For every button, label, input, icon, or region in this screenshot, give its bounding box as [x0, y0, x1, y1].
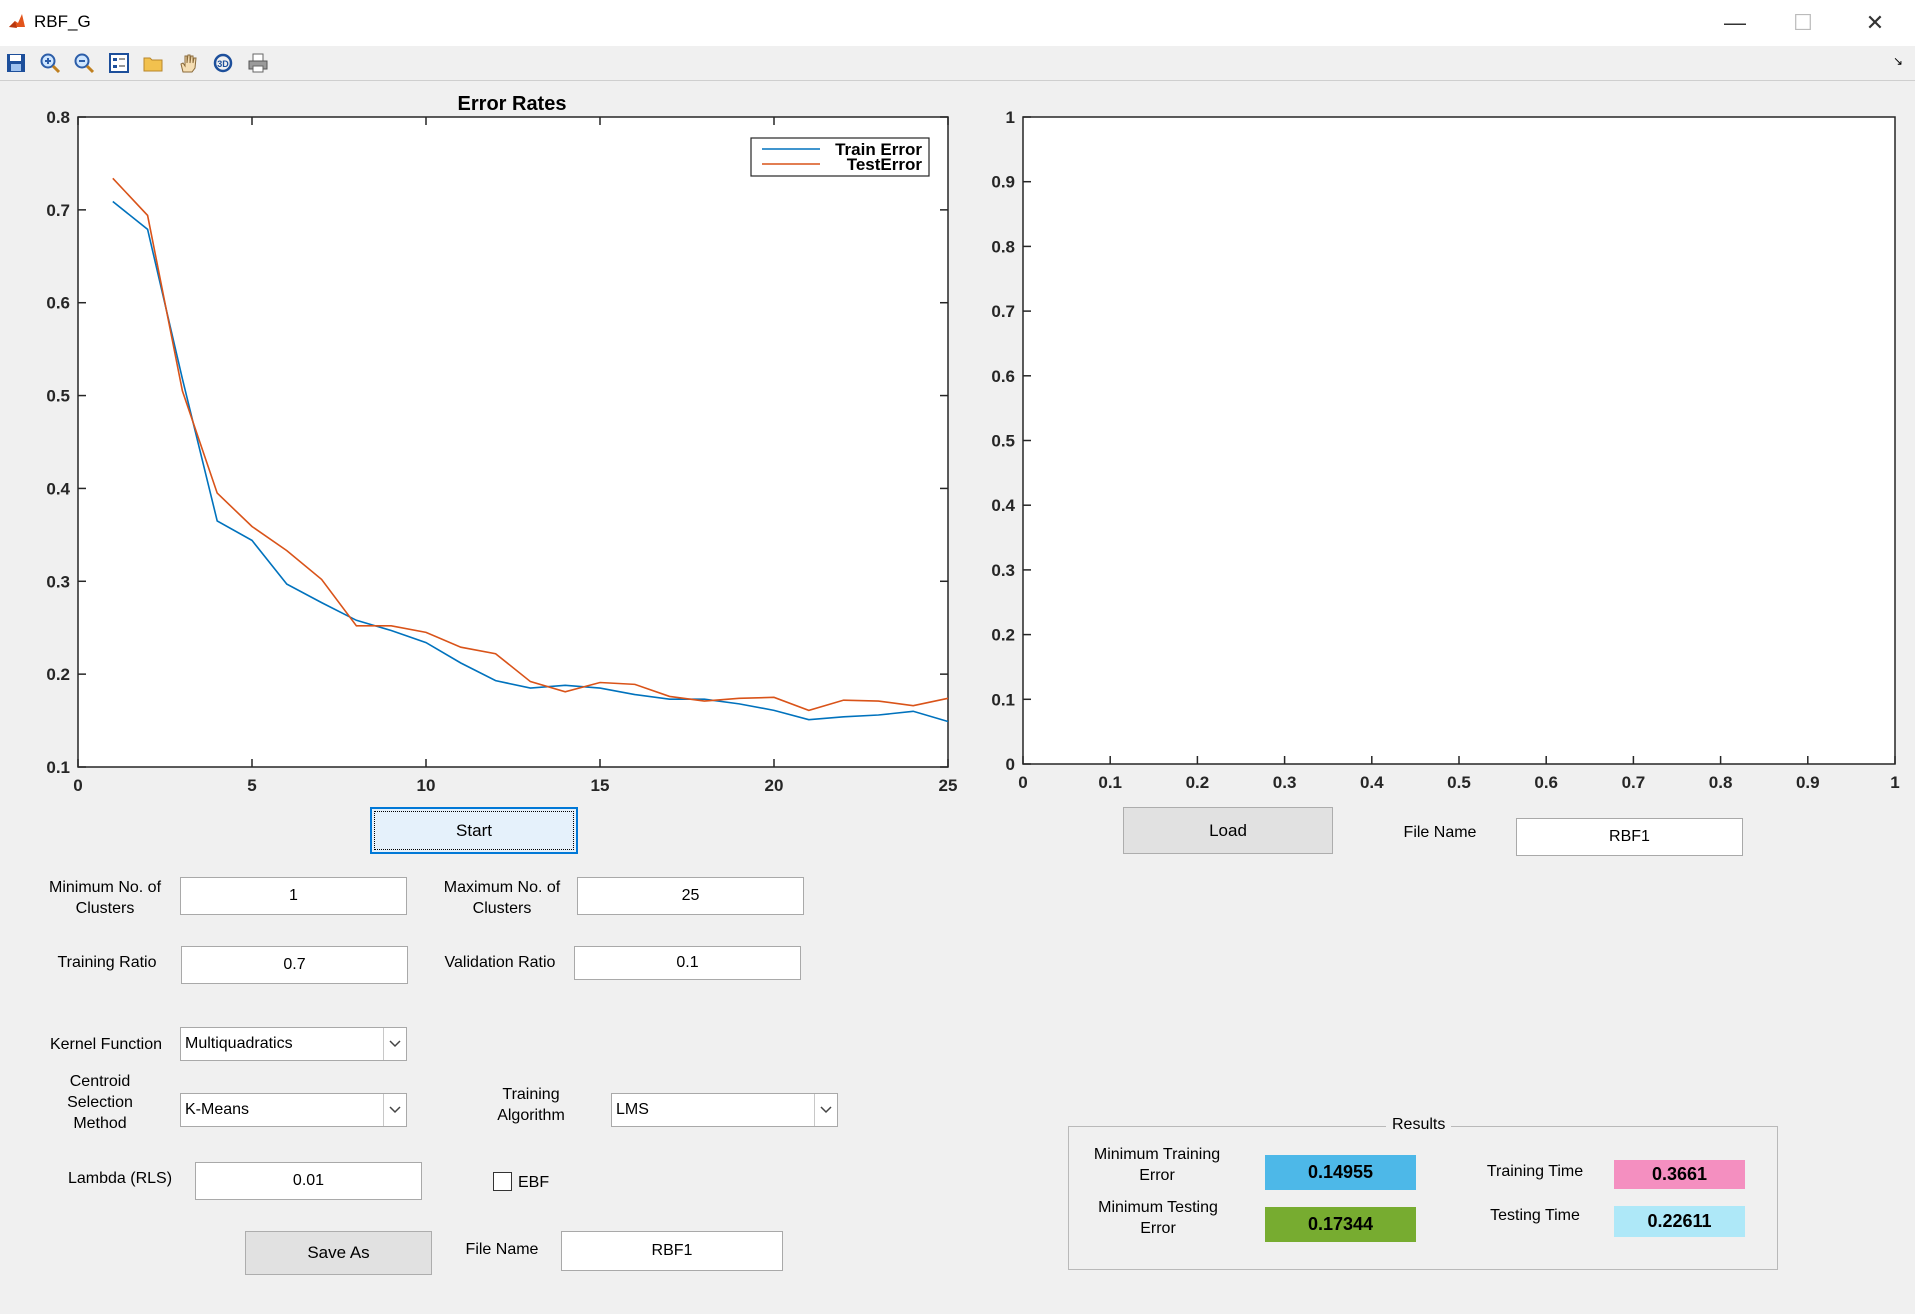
max-clusters-label: Maximum No. of Clusters	[443, 879, 561, 917]
chevron-down-icon[interactable]	[814, 1094, 837, 1126]
x-tick-label: 25	[939, 776, 958, 795]
x-tick-label: 0.1	[1098, 773, 1122, 792]
testing-time-value: 0.22611	[1614, 1206, 1745, 1237]
x-tick-label: 5	[247, 776, 256, 795]
y-tick-label: 0.9	[991, 173, 1015, 192]
kernel-function-label: Kernel Function	[49, 1036, 163, 1053]
y-tick-label: 0	[1006, 755, 1015, 774]
x-tick-label: 0	[73, 776, 82, 795]
training-ratio-input[interactable]: 0.7	[181, 946, 408, 984]
y-tick-label: 0.5	[46, 387, 70, 406]
close-button[interactable]: ✕	[1850, 6, 1900, 40]
start-button[interactable]: Start	[370, 807, 578, 854]
x-tick-label: 10	[417, 776, 436, 795]
toolbar-dock-icon[interactable]: ↘	[1893, 54, 1903, 68]
ebf-label: EBF	[518, 1174, 550, 1191]
figure-toolbar: 3D ↘	[0, 46, 1915, 81]
training-algorithm-value: LMS	[616, 1101, 649, 1118]
pan-hand-icon[interactable]	[174, 49, 202, 77]
y-tick-label: 0.5	[991, 432, 1015, 451]
svg-text:3D: 3D	[217, 59, 229, 69]
validation-ratio-input[interactable]: 0.1	[574, 946, 801, 980]
save-icon[interactable]	[2, 49, 30, 77]
y-tick-label: 0.2	[991, 626, 1015, 645]
centroid-selection-value: K-Means	[185, 1101, 250, 1118]
matlab-icon	[9, 14, 25, 28]
y-tick-label: 0.8	[46, 108, 70, 127]
zoom-in-icon[interactable]	[36, 49, 64, 77]
y-tick-label: 0.3	[46, 572, 70, 591]
zoom-out-icon[interactable]	[70, 49, 98, 77]
training-ratio-label: Training Ratio	[57, 954, 157, 971]
centroid-selection-dropdown[interactable]: K-Means	[180, 1093, 407, 1127]
ebf-checkbox[interactable]	[493, 1172, 512, 1191]
min-clusters-label: Minimum No. of Clusters	[48, 879, 162, 917]
y-tick-label: 0.4	[991, 496, 1015, 515]
training-algorithm-label: Training Algorithm	[497, 1086, 565, 1124]
chevron-down-icon[interactable]	[383, 1028, 406, 1060]
min-training-error-label: Minimum Training Error	[1093, 1146, 1221, 1184]
min-testing-error-label: Minimum Testing Error	[1098, 1199, 1218, 1237]
min-testing-error-value: 0.17344	[1265, 1207, 1416, 1242]
print-icon[interactable]	[244, 49, 272, 77]
x-tick-label: 20	[765, 776, 784, 795]
x-tick-label: 0.8	[1709, 773, 1733, 792]
x-tick-label: 0.5	[1447, 773, 1471, 792]
rotate-3d-icon[interactable]: 3D	[209, 49, 237, 77]
training-time-value: 0.3661	[1614, 1160, 1745, 1189]
save-as-button[interactable]: Save As	[245, 1231, 432, 1275]
empty-axes-chart: 0 0.1 0.2 0.3 0.4 0.5 0.6 0.7 0.8 0.9 1 0 0.1 0.2 0.3 0…	[991, 108, 1899, 792]
plot-area	[1022, 116, 1896, 765]
open-folder-icon[interactable]	[139, 49, 167, 77]
load-button[interactable]: Load	[1123, 807, 1333, 854]
y-tick-label: 0.6	[991, 367, 1015, 386]
centroid-selection-label: Centroid Selection Method	[67, 1073, 133, 1132]
lambda-rls-input[interactable]: 0.01	[195, 1162, 422, 1200]
training-algorithm-dropdown[interactable]: LMS	[611, 1093, 838, 1127]
save-file-name-label: File Name	[465, 1241, 539, 1258]
title-bar: RBF_G — ☐ ✕	[0, 0, 1915, 47]
y-tick-label: 0.1	[46, 758, 70, 777]
chart-title: Error Rates	[458, 93, 567, 115]
testing-time-label: Testing Time	[1490, 1207, 1580, 1224]
y-tick-label: 0.7	[991, 302, 1015, 321]
results-title: Results	[1386, 1116, 1452, 1134]
y-tick-label: 0.6	[46, 294, 70, 313]
y-tick-label: 1	[1006, 108, 1015, 127]
kernel-function-value: Multiquadratics	[185, 1035, 293, 1052]
min-clusters-input[interactable]: 1	[180, 877, 407, 915]
y-tick-label: 0.1	[991, 690, 1015, 709]
max-clusters-input[interactable]: 25	[577, 877, 804, 915]
lambda-rls-label: Lambda (RLS)	[67, 1170, 173, 1187]
min-training-error-value: 0.14955	[1265, 1155, 1416, 1190]
x-tick-label: 0.9	[1796, 773, 1820, 792]
load-file-name-label: File Name	[1403, 824, 1477, 841]
window-title: RBF_G	[34, 12, 91, 31]
validation-ratio-label: Validation Ratio	[444, 954, 556, 971]
x-tick-label: 0.4	[1360, 773, 1384, 792]
x-tick-label: 0.6	[1534, 773, 1558, 792]
x-tick-label: 0	[1018, 773, 1027, 792]
load-file-name-input[interactable]: RBF1	[1516, 818, 1743, 856]
training-time-label: Training Time	[1486, 1163, 1584, 1180]
x-tick-label: 1	[1890, 773, 1899, 792]
chevron-down-icon[interactable]	[383, 1094, 406, 1126]
maximize-button[interactable]: ☐	[1778, 6, 1828, 40]
minimize-button[interactable]: —	[1710, 6, 1760, 40]
plot-area	[77, 116, 949, 768]
save-file-name-input[interactable]: RBF1	[561, 1231, 783, 1271]
x-tick-label: 15	[591, 776, 610, 795]
insert-legend-icon[interactable]	[105, 49, 133, 77]
x-tick-label: 0.3	[1273, 773, 1297, 792]
legend-entry: TestError	[847, 155, 923, 174]
x-tick-label: 0.2	[1186, 773, 1210, 792]
y-tick-label: 0.2	[46, 665, 70, 684]
x-tick-label: 0.7	[1622, 773, 1646, 792]
kernel-function-dropdown[interactable]: Multiquadratics	[180, 1027, 407, 1061]
y-tick-label: 0.3	[991, 561, 1015, 580]
y-tick-label: 0.7	[46, 201, 70, 220]
y-tick-label: 0.8	[991, 237, 1015, 256]
y-tick-label: 0.4	[46, 479, 70, 498]
error-rates-chart: 0 5 10 15 20 25 0.1 0.2 0.3 0.4 0.5 0.6 0.7 0.8 Error …	[46, 93, 958, 795]
